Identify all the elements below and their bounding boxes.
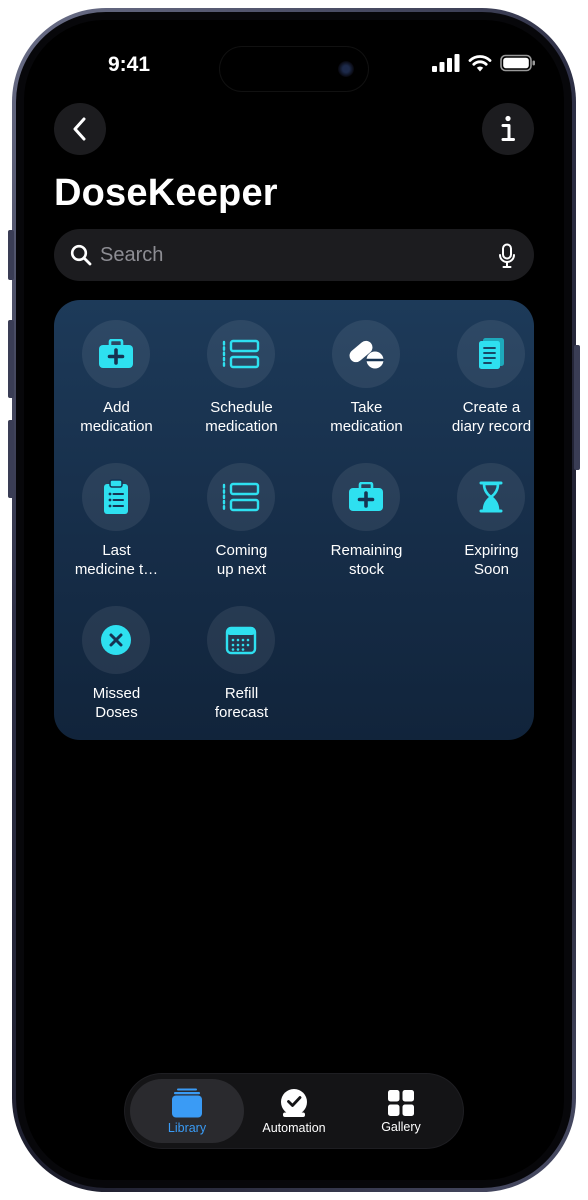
status-icons [432,54,536,72]
info-button[interactable] [482,103,534,155]
tab-library[interactable]: Library [130,1079,244,1143]
tile-icon-circle [82,463,150,531]
tile-icon-circle [457,463,525,531]
microphone-icon[interactable] [498,243,516,269]
shortcuts-panel: Add medication Schedule medication Take … [54,300,534,740]
expiring-soon-tile[interactable]: Expiring Soon [429,443,554,578]
grid-icon [388,1089,414,1116]
tile-icon-circle [207,606,275,674]
schedule-medication-tile[interactable]: Schedule medication [179,300,304,435]
tab-label: Library [167,1120,207,1135]
refill-forecast-tile[interactable]: Refill forecast [179,586,304,721]
tile-icon-circle [332,463,400,531]
tile-label: Schedule medication [205,399,278,435]
coming-up-next-tile[interactable]: Coming up next [179,443,304,578]
tile-label: Last medicine t… [74,542,159,578]
medical-kit-icon [99,339,133,368]
volume-down-button [8,420,14,498]
clock-check-icon [281,1088,307,1117]
search-bar[interactable] [54,229,534,281]
back-button[interactable] [54,103,106,155]
tab-automation[interactable]: Automation [244,1079,344,1143]
screen: 9:41 DoseKeeper Search Add medication Sc… [24,20,564,1180]
clipboard-icon [104,479,128,514]
tab-label: Gallery [381,1119,421,1134]
last-medicine-taken-tile[interactable]: Last medicine t… [54,443,179,578]
remaining-stock-tile[interactable]: Remaining stock [304,443,429,578]
take-medication-tile[interactable]: Take medication [304,300,429,435]
search-input[interactable] [100,229,480,281]
tab-label: Automation [262,1120,326,1135]
tile-icon-circle [207,463,275,531]
tile-label: Refill forecast [214,685,269,721]
front-camera [338,61,354,77]
tile-label: Missed Doses [92,685,141,721]
cellular-signal-icon [432,54,460,72]
page-title: DoseKeeper [54,172,278,214]
schedule-list-icon [222,482,260,512]
calendar-icon [225,626,257,655]
search-icon [70,244,92,266]
status-time: 9:41 [108,53,151,76]
tile-label: Add medication [80,399,153,435]
tile-label: Take medication [330,399,403,435]
tile-icon-circle [457,320,525,388]
pills-icon [349,340,384,369]
diary-icon [479,338,504,369]
power-button [574,345,580,470]
x-circle-icon [101,625,131,655]
missed-doses-tile[interactable]: Missed Doses [54,586,179,721]
info-icon [501,115,515,141]
wifi-icon [468,55,492,72]
chevron-left-icon [73,117,86,141]
volume-up-button [8,320,14,398]
hourglass-icon [479,481,503,513]
tile-icon-circle [332,320,400,388]
tab-gallery[interactable]: Gallery [344,1079,458,1143]
tile-icon-circle [207,320,275,388]
tile-icon-circle [82,606,150,674]
library-icon [172,1088,202,1117]
tile-label: Create a diary record [451,399,532,435]
create-diary-record-tile[interactable]: Create a diary record [429,300,554,435]
tile-icon-circle [82,320,150,388]
tile-label: Coming up next [215,542,268,578]
tab-bar: Library Automation Gallery [125,1074,463,1148]
add-medication-tile[interactable]: Add medication [54,300,179,435]
battery-icon [500,54,535,72]
tile-label: Expiring Soon [464,542,519,578]
action-button [8,230,14,280]
tile-label: Remaining stock [330,542,403,578]
medical-kit-icon [349,482,383,511]
schedule-list-icon [222,339,260,369]
